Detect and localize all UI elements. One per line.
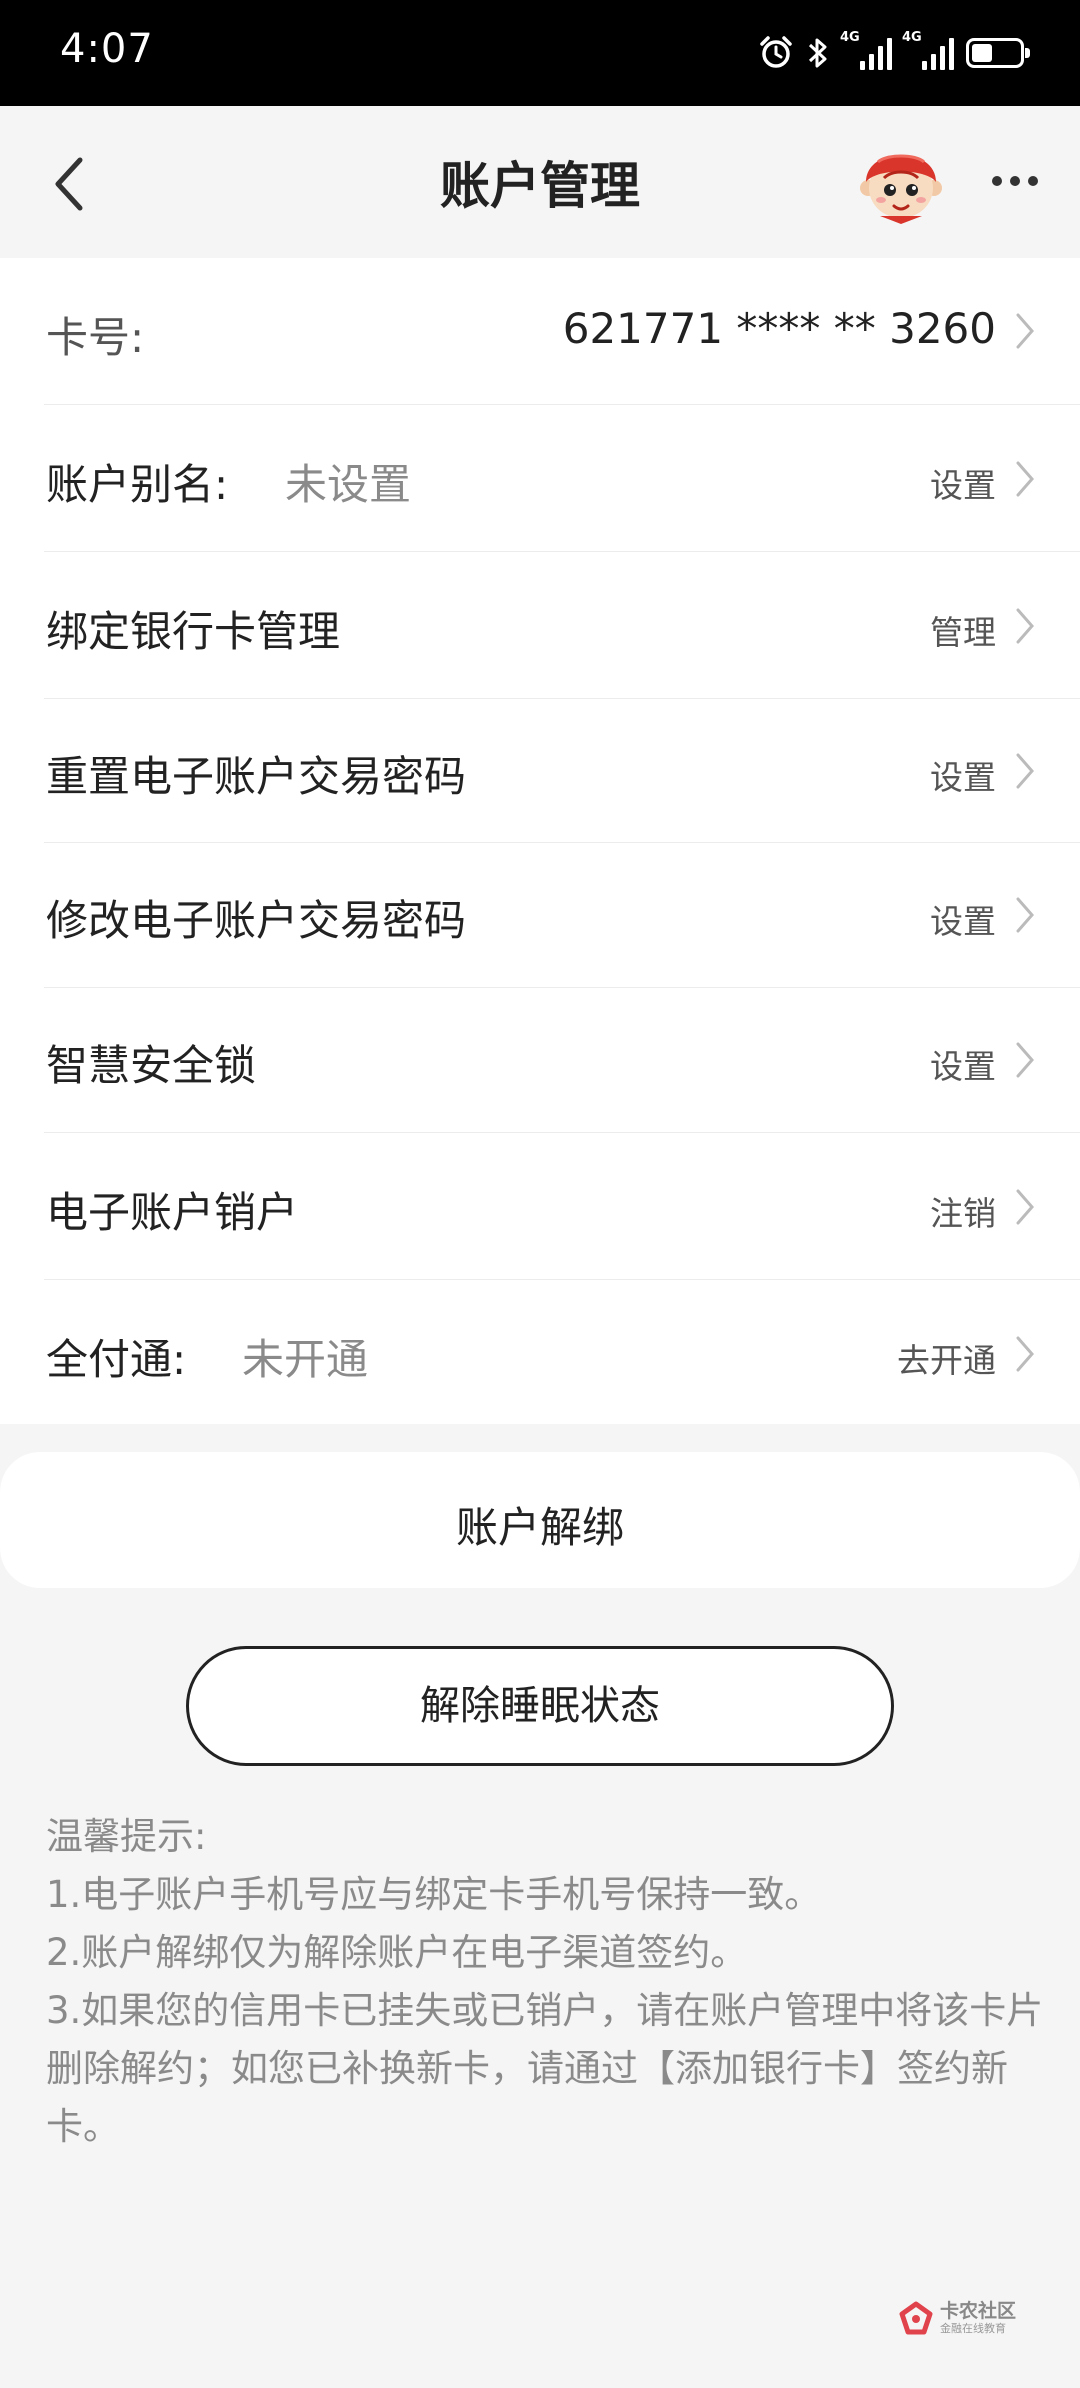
close-account-link[interactable]: 注销 (930, 1187, 996, 1235)
chevron-right-icon (1016, 608, 1034, 644)
alias-row[interactable]: 账户别名: 未设置 设置 (0, 405, 1080, 551)
signal-icon: 4G (840, 30, 892, 70)
alias-set-link[interactable]: 设置 (930, 459, 996, 507)
alias-label: 账户别名: (46, 460, 229, 509)
bind-card-row[interactable]: 绑定银行卡管理 管理 (0, 552, 1080, 698)
bluetooth-icon (808, 38, 827, 68)
quanfutong-row[interactable]: 全付通: 未开通 去开通 (0, 1280, 1080, 1424)
change-password-row[interactable]: 修改电子账户交易密码 设置 (0, 843, 1080, 987)
unbind-account-label: 账户解绑 (455, 1503, 624, 1552)
chevron-right-icon (1016, 313, 1034, 349)
tip-item: 3.如果您的信用卡已挂失或已销户，请在账户管理中将该卡片删除解约；如您已补换新卡… (46, 1989, 1044, 2148)
chevron-right-icon (1016, 753, 1034, 789)
chevron-right-icon (1016, 1189, 1034, 1225)
release-sleep-button[interactable]: 解除睡眠状态 (186, 1646, 894, 1766)
watermark-subtext: 金融在线教育 (940, 2322, 1006, 2335)
reset-password-set-link[interactable]: 设置 (930, 751, 996, 799)
alias-value: 未设置 (285, 460, 412, 509)
mascot-avatar-icon[interactable] (856, 132, 946, 228)
signal-icon: 4G (902, 30, 954, 70)
security-lock-row[interactable]: 智慧安全锁 设置 (0, 988, 1080, 1132)
quanfutong-label: 全付通: (46, 1335, 187, 1384)
chevron-right-icon (1016, 897, 1034, 933)
close-account-label: 电子账户销户 (46, 1188, 299, 1237)
kanong-logo-icon (899, 2301, 933, 2335)
tips-title: 温馨提示: (46, 1815, 207, 1858)
security-lock-set-link[interactable]: 设置 (930, 1040, 996, 1088)
card-number-value: 621771 **** ** 3260 (562, 304, 996, 353)
card-number-label: 卡号: (46, 313, 145, 362)
reset-password-row[interactable]: 重置电子账户交易密码 设置 (0, 699, 1080, 842)
status-bar: 4:07 4G 4G (0, 0, 1080, 106)
status-icons: 4G 4G (758, 30, 1030, 76)
security-lock-label: 智慧安全锁 (46, 1041, 257, 1090)
bind-card-manage-link[interactable]: 管理 (930, 606, 996, 654)
tips-section: 温馨提示: 1.电子账户手机号应与绑定卡手机号保持一致。 2.账户解绑仅为解除账… (46, 1808, 1046, 2156)
chevron-right-icon (1016, 1042, 1034, 1078)
account-settings-list: 卡号: 621771 **** ** 3260 账户别名: 未设置 设置 绑定银… (0, 258, 1080, 1424)
change-password-label: 修改电子账户交易密码 (46, 896, 467, 945)
reset-password-label: 重置电子账户交易密码 (46, 752, 467, 801)
battery-icon (966, 38, 1030, 68)
chevron-right-icon (1016, 1336, 1034, 1372)
chevron-right-icon (1016, 461, 1034, 497)
bind-card-label: 绑定银行卡管理 (46, 607, 341, 656)
close-account-row[interactable]: 电子账户销户 注销 (0, 1133, 1080, 1279)
status-time: 4:07 (60, 26, 154, 72)
card-number-row[interactable]: 卡号: 621771 **** ** 3260 (0, 258, 1080, 404)
tip-item: 1.电子账户手机号应与绑定卡手机号保持一致。 (46, 1873, 822, 1916)
nav-bar: 账户管理 (0, 106, 1080, 258)
change-password-set-link[interactable]: 设置 (930, 895, 996, 943)
watermark: 卡农社区 金融在线教育 (898, 2296, 1028, 2342)
quanfutong-activate-link[interactable]: 去开通 (897, 1334, 996, 1382)
watermark-text: 卡农社区 (940, 2300, 1017, 2322)
tip-item: 2.账户解绑仅为解除账户在电子渠道签约。 (46, 1931, 748, 1974)
unbind-account-button[interactable]: 账户解绑 (0, 1452, 1080, 1588)
more-dots-icon[interactable] (990, 166, 1040, 196)
quanfutong-value: 未开通 (242, 1335, 369, 1384)
alarm-icon (760, 36, 792, 68)
